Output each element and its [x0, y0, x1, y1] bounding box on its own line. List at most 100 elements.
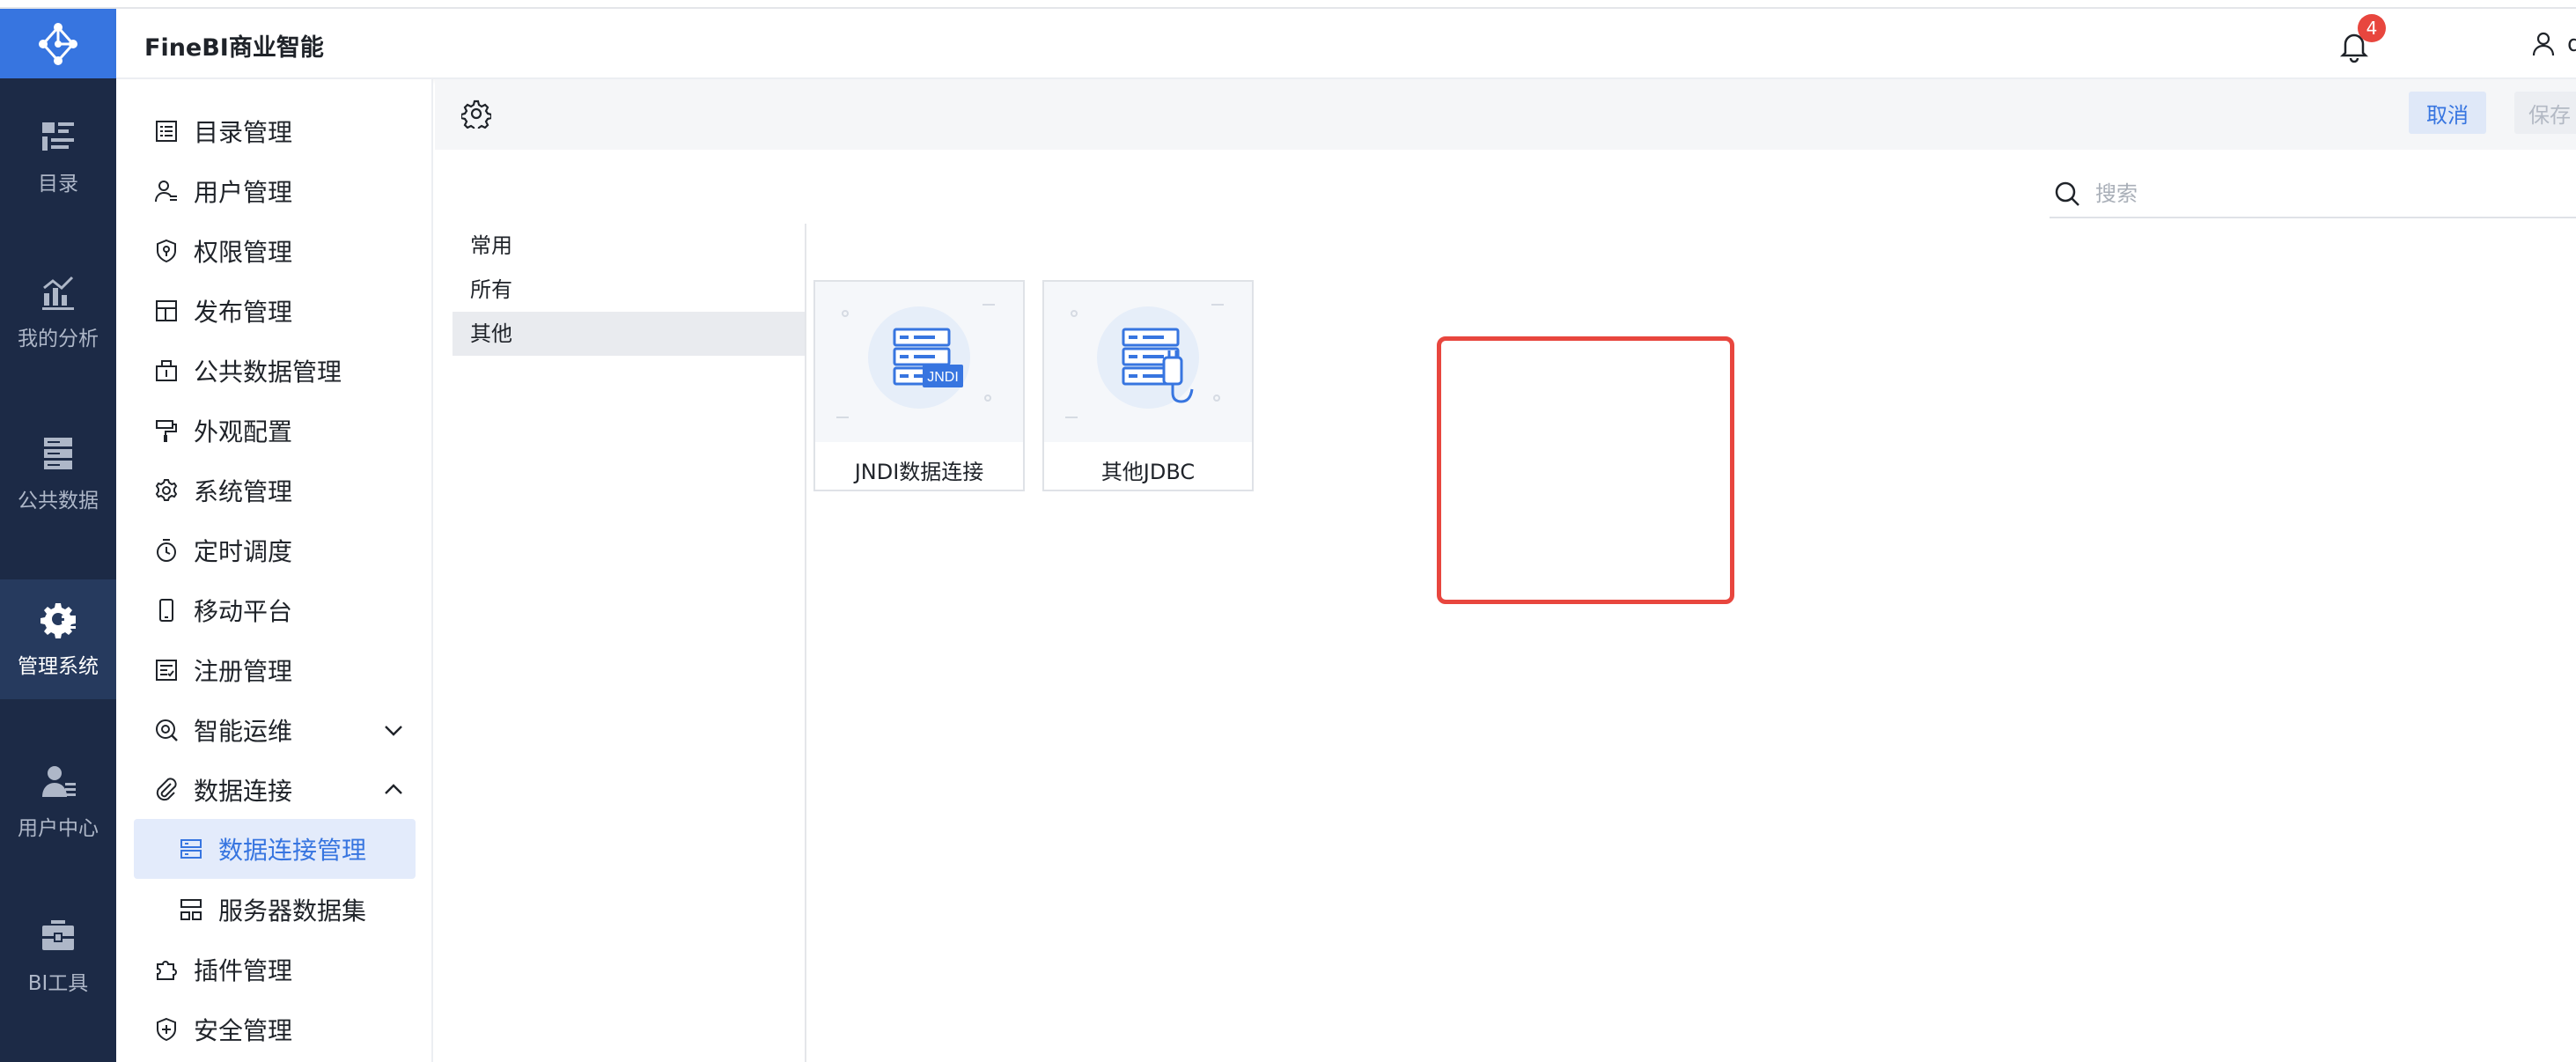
rail-item-bi-tools[interactable]: BI工具 — [0, 896, 116, 1016]
sidebar-item-label: 移动平台 — [194, 597, 293, 626]
rail-item-user-center[interactable]: 用户中心 — [0, 741, 116, 861]
sidebar-item-appearance-config[interactable]: 外观配置 — [134, 403, 416, 458]
sidebar-item-label: 插件管理 — [194, 956, 293, 985]
puzzle-icon — [157, 961, 177, 980]
list-icon — [156, 121, 177, 142]
sidebar-item-data-connection[interactable]: 数据连接 — [134, 763, 416, 817]
settings-gear-icon[interactable] — [461, 99, 491, 129]
sidebar-item-permission-management[interactable]: 权限管理 — [134, 224, 416, 278]
public-data-icon — [156, 360, 177, 381]
sidebar-item-system-management[interactable]: 系统管理 — [134, 463, 416, 518]
sidebar-item-server-dataset[interactable]: 服务器数据集 — [134, 882, 416, 937]
sidebar-item-publish-management[interactable]: 发布管理 — [134, 284, 416, 338]
toolbox-icon — [42, 920, 74, 950]
sidebar-item-plugin-management[interactable]: 插件管理 — [134, 942, 416, 997]
sidebar-item-mobile-platform[interactable]: 移动平台 — [134, 583, 416, 638]
username: qiliang — [2567, 31, 2576, 57]
sidebar-item-label: 发布管理 — [194, 298, 293, 327]
connection-card-other-jdbc[interactable]: 其他JDBC — [1042, 280, 1254, 491]
user-menu[interactable]: qiliang — [2530, 25, 2576, 63]
sidebar-item-label: 用户管理 — [194, 178, 293, 207]
rail-label: 管理系统 — [18, 655, 99, 678]
card-illustration — [1044, 282, 1252, 442]
publish-icon — [156, 300, 177, 321]
sidebar-item-label: 数据连接管理 — [218, 836, 367, 865]
top-header: FineBI商业智能 4 qiliang — [116, 9, 2576, 79]
search-box — [2050, 171, 2576, 218]
notification-badge: 4 — [2358, 14, 2386, 42]
category-all[interactable]: 所有 — [453, 268, 805, 312]
rail-label: 公共数据 — [18, 490, 99, 513]
shield-icon — [157, 1017, 176, 1042]
sidebar-item-public-data-management[interactable]: 公共数据管理 — [134, 343, 416, 398]
rail-item-admin-system[interactable]: 管理系统 — [0, 579, 116, 699]
highlight-box — [1437, 336, 1734, 604]
app-title: FineBI商业智能 — [144, 34, 324, 62]
main-toolbar: 取消 保存 — [435, 79, 2576, 150]
category-other[interactable]: 其他 — [453, 312, 805, 356]
app-root: 目录 我的分析 公共数据 管理系统 用户中心 BI工具 FineBI商业智能 4… — [0, 0, 2576, 1062]
main-content: 取消 保存 常用 所有 其他 — [435, 79, 2576, 1062]
rail-label: 目录 — [38, 173, 78, 195]
card-label: JNDI数据连接 — [854, 460, 984, 484]
sidebar-item-security-management[interactable]: 安全管理 — [134, 1002, 416, 1057]
chevron-down-icon — [385, 726, 402, 736]
sidebar-item-scheduled-tasks[interactable]: 定时调度 — [134, 523, 416, 578]
paint-roller-icon — [156, 420, 177, 442]
search-input[interactable] — [2095, 181, 2553, 206]
database-icon — [44, 438, 72, 469]
sidebar-item-smart-ops[interactable]: 智能运维 — [134, 703, 416, 757]
gear-icon — [155, 479, 178, 501]
chevron-up-icon — [385, 784, 402, 794]
jndi-badge-text: JNDI — [927, 370, 959, 385]
jdbc-server-plug-icon — [1065, 304, 1224, 418]
sidebar-item-label: 服务器数据集 — [218, 896, 367, 926]
rail-label: BI工具 — [27, 972, 89, 995]
analysis-chart-icon — [42, 276, 74, 310]
sidebar-item-label: 智能运维 — [194, 717, 293, 746]
shield-lock-icon — [157, 239, 176, 263]
mobile-icon — [159, 599, 173, 622]
rail-label: 我的分析 — [18, 328, 99, 350]
sidebar-item-label: 目录管理 — [194, 118, 293, 147]
rail-item-public-data[interactable]: 公共数据 — [0, 414, 116, 534]
user-center-icon — [42, 766, 76, 797]
sidebar-item-label: 外观配置 — [194, 417, 293, 446]
category-common[interactable]: 常用 — [453, 224, 805, 268]
sidebar-item-label: 定时调度 — [194, 537, 293, 566]
sidebar-item-catalog-management[interactable]: 目录管理 — [134, 104, 416, 159]
sidebar-item-label: 系统管理 — [194, 477, 293, 506]
rail-label: 用户中心 — [18, 817, 99, 840]
vertical-divider — [805, 224, 806, 1062]
card-label: 其他JDBC — [1100, 460, 1196, 484]
sidebar-item-label: 公共数据管理 — [194, 358, 342, 387]
save-button[interactable]: 保存 — [2514, 92, 2576, 134]
finebi-logo[interactable] — [0, 9, 116, 78]
timer-icon — [157, 539, 176, 562]
sidebar-item-user-management[interactable]: 用户管理 — [134, 164, 416, 218]
sidebar-item-label: 权限管理 — [194, 238, 293, 267]
rail-item-catalog[interactable]: 目录 — [0, 97, 116, 217]
sidebar-item-label: 注册管理 — [194, 657, 293, 686]
search-icon — [2055, 181, 2079, 206]
jndi-server-icon: JNDI — [836, 304, 995, 418]
card-illustration: JNDI — [815, 282, 1023, 442]
user-manage-icon — [155, 181, 177, 203]
connection-card-jndi[interactable]: JNDI JNDI数据连接 — [813, 280, 1025, 491]
primary-rail: 目录 我的分析 公共数据 管理系统 用户中心 BI工具 — [0, 9, 116, 1062]
rail-item-my-analysis[interactable]: 我的分析 — [0, 252, 116, 372]
registration-icon — [156, 660, 177, 681]
top-strip — [0, 0, 2576, 9]
sidebar-item-label: 安全管理 — [194, 1016, 293, 1045]
sidebar-item-data-connection-management[interactable]: 数据连接管理 — [134, 819, 416, 879]
server-dataset-icon — [180, 899, 202, 920]
cancel-button[interactable]: 取消 — [2409, 92, 2486, 134]
admin-sidebar: 目录管理 用户管理 权限管理 发布管理 公共数据管理 外观配置 系统管理 定时调… — [116, 79, 433, 1062]
paperclip-icon — [156, 778, 177, 801]
connection-manage-icon — [180, 839, 202, 859]
sidebar-item-registration-management[interactable]: 注册管理 — [134, 643, 416, 697]
logo-icon — [39, 22, 77, 65]
smart-ops-icon — [156, 719, 178, 741]
catalog-icon — [42, 122, 74, 151]
user-icon — [2532, 32, 2555, 56]
